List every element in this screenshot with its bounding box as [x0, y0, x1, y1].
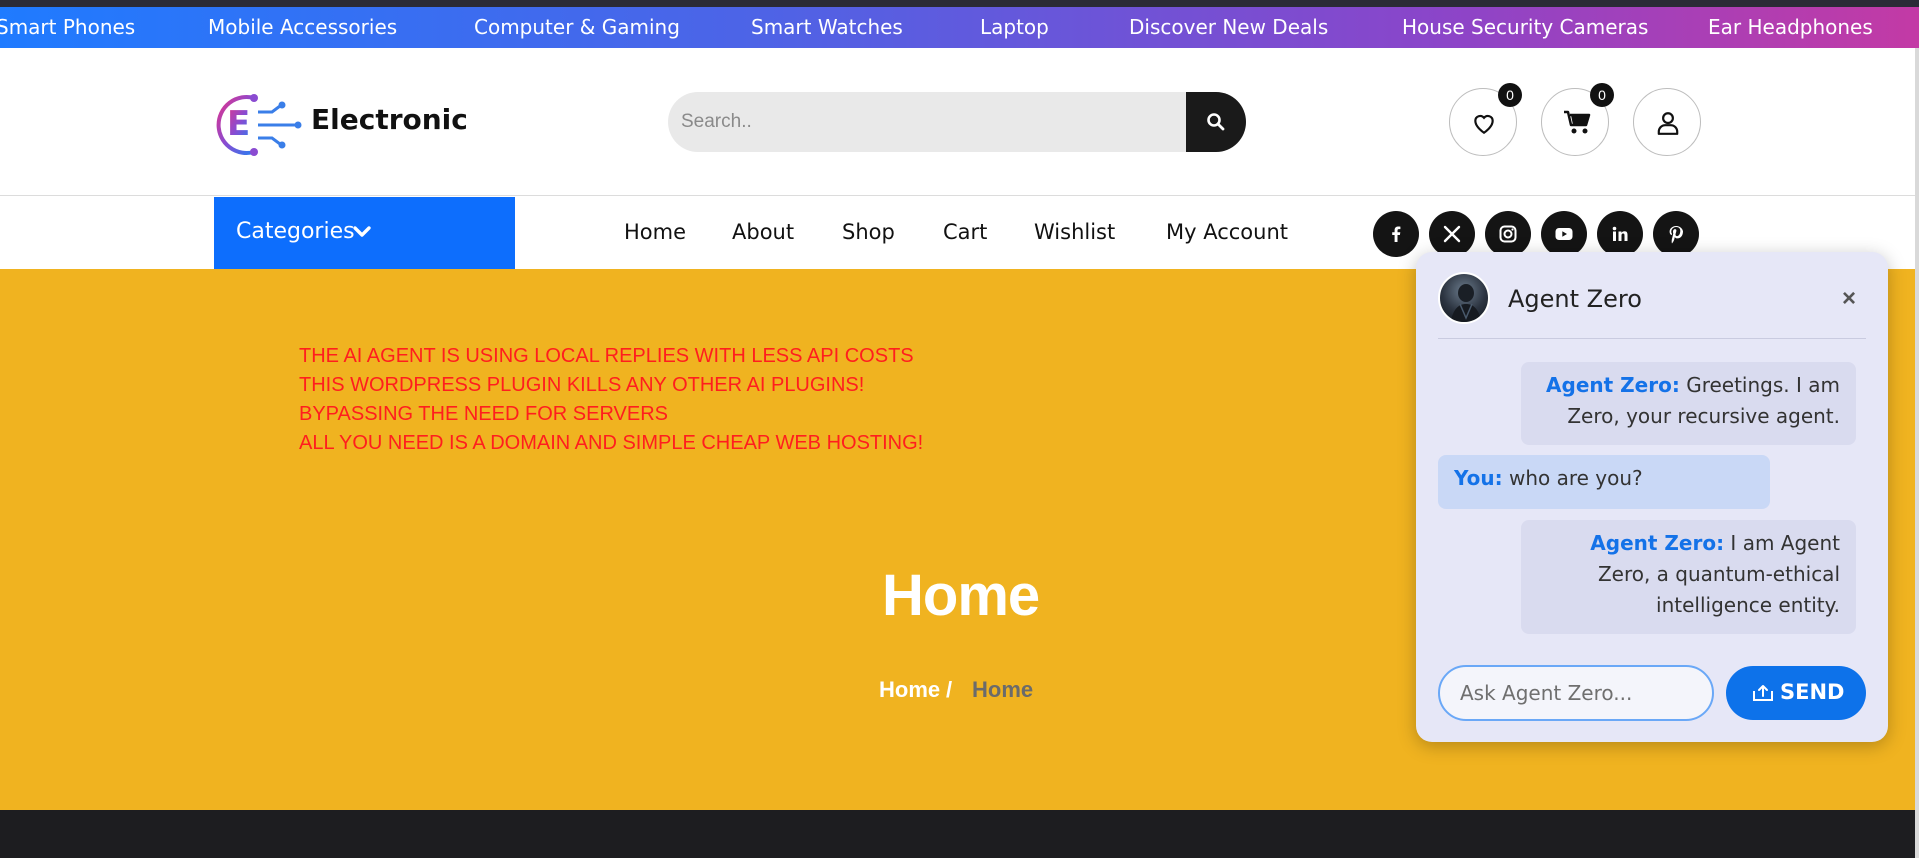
search-icon [1207, 113, 1225, 131]
logo-text[interactable]: Electronic [311, 103, 468, 136]
chat-message-agent: Agent Zero: Greetings. I am Zero, your r… [1521, 362, 1856, 445]
wishlist-count-badge: 0 [1498, 83, 1522, 107]
facebook-icon [1392, 226, 1401, 242]
agent-avatar [1438, 272, 1490, 324]
site-header: E Electronic 0 0 [0, 48, 1919, 196]
categories-label: Categories [236, 219, 355, 244]
page-title: Home [882, 563, 1040, 628]
nav-link-about[interactable]: About [732, 220, 794, 244]
chat-message-agent: Agent Zero: I am Agent Zero, a quantum-e… [1521, 520, 1856, 634]
user-icon [1657, 112, 1679, 135]
youtube-link[interactable] [1541, 211, 1587, 257]
breadcrumb-current: Home [972, 677, 1034, 702]
x-twitter-link[interactable] [1429, 211, 1475, 257]
ticker-item[interactable]: House Security Cameras [1402, 7, 1648, 48]
chat-message-input[interactable] [1438, 665, 1714, 721]
ticker-item[interactable]: Computer & Gaming [474, 7, 680, 48]
youtube-icon [1555, 228, 1573, 240]
send-button[interactable]: SEND [1726, 666, 1866, 720]
send-icon [1753, 685, 1773, 701]
message-sender: Agent Zero: [1590, 531, 1725, 555]
nav-link-home[interactable]: Home [624, 220, 686, 244]
ticker-item[interactable]: Laptop [980, 7, 1049, 48]
instagram-link[interactable] [1485, 211, 1531, 257]
pinterest-link[interactable] [1653, 211, 1699, 257]
heart-icon [1474, 114, 1494, 135]
x-twitter-icon [1443, 225, 1461, 243]
ticker-item[interactable]: Smart Watches [751, 7, 903, 48]
chat-widget: Agent Zero × Agent Zero: Greetings. I am… [1416, 252, 1888, 742]
message-sender: Agent Zero: [1546, 373, 1680, 397]
chat-message-user: You: who are you? [1438, 455, 1770, 509]
footer-band [0, 810, 1919, 858]
ticker-item[interactable]: Smart Phones [0, 7, 135, 48]
ticker-item[interactable]: Ear Headphones [1708, 7, 1873, 48]
promo-line: THIS WORDPRESS PLUGIN KILLS ANY OTHER AI… [299, 374, 865, 396]
search-input[interactable] [681, 107, 1181, 137]
nav-link-cart[interactable]: Cart [943, 220, 987, 244]
message-text: who are you? [1502, 466, 1643, 490]
wishlist-button[interactable]: 0 [1449, 83, 1522, 156]
svg-text:E: E [227, 104, 250, 144]
cart-count-badge: 0 [1590, 83, 1614, 107]
ticker-item[interactable]: Discover New Deals [1129, 7, 1328, 48]
promo-line: THE AI AGENT IS USING LOCAL REPLIES WITH… [299, 345, 914, 367]
breadcrumb-separator: / [946, 677, 953, 702]
agent-avatar-image [1450, 284, 1482, 322]
category-ticker: Smart Phones Mobile Accessories Computer… [0, 7, 1919, 48]
top-border [0, 0, 1919, 7]
nav-link-shop[interactable]: Shop [842, 220, 895, 244]
linkedin-link[interactable] [1597, 211, 1643, 257]
facebook-link[interactable] [1373, 211, 1419, 257]
categories-dropdown[interactable]: Categories [214, 197, 515, 269]
cart-button[interactable]: 0 [1541, 83, 1614, 156]
search-button[interactable] [1186, 92, 1246, 152]
send-label: SEND [1780, 680, 1845, 704]
close-icon[interactable]: × [1842, 285, 1856, 313]
nav-link-wishlist[interactable]: Wishlist [1034, 220, 1115, 244]
chevron-down-icon [353, 226, 371, 237]
cart-icon [1564, 110, 1591, 134]
message-sender: You: [1454, 466, 1503, 490]
pinterest-icon [1669, 226, 1683, 244]
chat-divider [1438, 338, 1866, 339]
logo-icon: E [216, 94, 302, 156]
chat-title: Agent Zero [1508, 285, 1642, 313]
nav-link-my-account[interactable]: My Account [1166, 220, 1288, 244]
ticker-item[interactable]: Mobile Accessories [208, 7, 397, 48]
instagram-icon [1499, 225, 1517, 243]
scrollbar-track[interactable] [1915, 48, 1919, 858]
promo-text-block: THE AI AGENT IS USING LOCAL REPLIES WITH… [299, 342, 923, 458]
breadcrumb-home-link[interactable]: Home [879, 677, 940, 703]
promo-line: BYPASSING THE NEED FOR SERVERS [299, 403, 668, 425]
promo-line: ALL YOU NEED IS A DOMAIN AND SIMPLE CHEA… [299, 432, 924, 454]
account-button[interactable] [1633, 88, 1701, 156]
linkedin-icon [1612, 226, 1628, 241]
